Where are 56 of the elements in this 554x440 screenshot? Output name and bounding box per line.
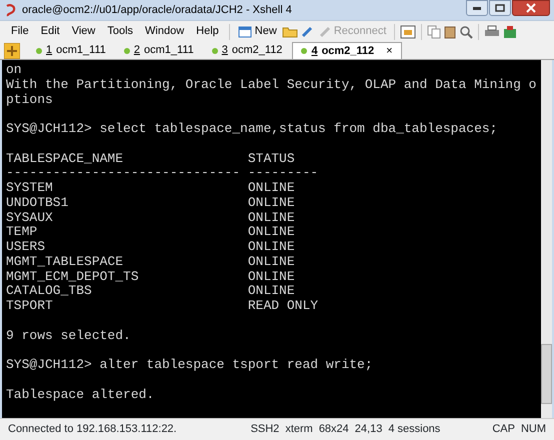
close-tab-icon[interactable]: ×	[386, 42, 393, 60]
session-tab[interactable]: 2 ocm1_111	[116, 42, 202, 59]
maximize-button[interactable]	[489, 0, 511, 16]
close-icon	[526, 3, 536, 13]
terminal-line: TEMP ONLINE	[6, 225, 295, 240]
status-field: 4 sessions	[388, 421, 440, 438]
key-indicator: NUM	[520, 422, 546, 438]
terminal-line: on	[6, 63, 22, 78]
add-session-icon[interactable]	[4, 43, 20, 59]
search-icon[interactable]	[459, 24, 474, 38]
terminal-line: UNDOTBS1 ONLINE	[6, 196, 295, 210]
toolbox-icon[interactable]	[502, 24, 518, 38]
menu-item[interactable]: File	[6, 22, 34, 41]
terminal-line: SYS@JCH112> select tablespace_name,status from dba_tablespaces;	[6, 122, 498, 137]
printer-icon[interactable]	[484, 24, 500, 38]
key-indicator: CAP	[492, 422, 515, 438]
terminal-line: Tablespace altered.	[6, 388, 154, 402]
new-session-button[interactable]: New	[234, 22, 280, 41]
session-tab[interactable]: 4 ocm2_112 ×	[292, 42, 402, 59]
session-tab[interactable]: 3 ocm2_112	[204, 42, 290, 59]
menu-item[interactable]: Edit	[36, 22, 65, 41]
session-tab[interactable]: 1 ocm1_111	[28, 42, 114, 59]
paste-icon[interactable]	[443, 24, 458, 38]
status-message: Connected to 192.168.153.112:22.	[8, 422, 177, 438]
terminal-line: With the Partitioning, Oracle Label Security, OLAP and Data Mining o	[6, 78, 536, 92]
menu-item[interactable]: Tools	[102, 22, 138, 41]
terminal-line: 9 rows selected.	[6, 328, 131, 344]
terminal-line: TSPORT READ ONLY	[6, 299, 318, 314]
terminal-line: CATALOG_TBS ONLINE	[6, 284, 295, 299]
scrollbar[interactable]	[540, 60, 552, 418]
status-field: 24,13	[354, 421, 382, 438]
menu-item[interactable]: Window	[140, 22, 190, 41]
terminal-line: SYS@JCH112> alter tablespace tsport read write;	[6, 358, 373, 373]
close-button[interactable]	[512, 0, 550, 16]
terminal-line: MGMT_TABLESPACE ONLINE	[6, 254, 295, 270]
window-title: oracle@ocm2://u01/app/oracle/oradata/JCH2 - Xshell 4	[22, 2, 292, 18]
terminal-line: SYSAUX ONLINE	[6, 210, 295, 226]
menu-item[interactable]: View	[66, 22, 100, 41]
folder-icon[interactable]	[282, 26, 298, 38]
properties-icon[interactable]	[400, 24, 416, 38]
window-icon	[238, 26, 252, 38]
copy-icon[interactable]	[427, 24, 442, 38]
terminal-line: SYSTEM ONLINE	[6, 181, 295, 196]
minimize-button[interactable]	[466, 0, 488, 16]
minimize-icon	[473, 6, 481, 10]
maximize-icon	[495, 4, 505, 12]
menu-item[interactable]: Help	[191, 22, 224, 41]
app-logo-icon	[4, 3, 18, 17]
terminal-line: USERS ONLINE	[6, 240, 295, 255]
status-field: xterm	[285, 421, 313, 438]
terminal-line: ------------------------------ ---------	[6, 166, 318, 181]
status-field: 68x24	[318, 421, 349, 438]
terminal-line: MGMT_ECM_DEPOT_TS ONLINE	[6, 270, 295, 284]
status-field: SSH2	[250, 421, 280, 438]
terminal-line: TABLESPACE_NAME STATUS	[6, 152, 295, 166]
terminal-line: ptions	[6, 92, 53, 108]
